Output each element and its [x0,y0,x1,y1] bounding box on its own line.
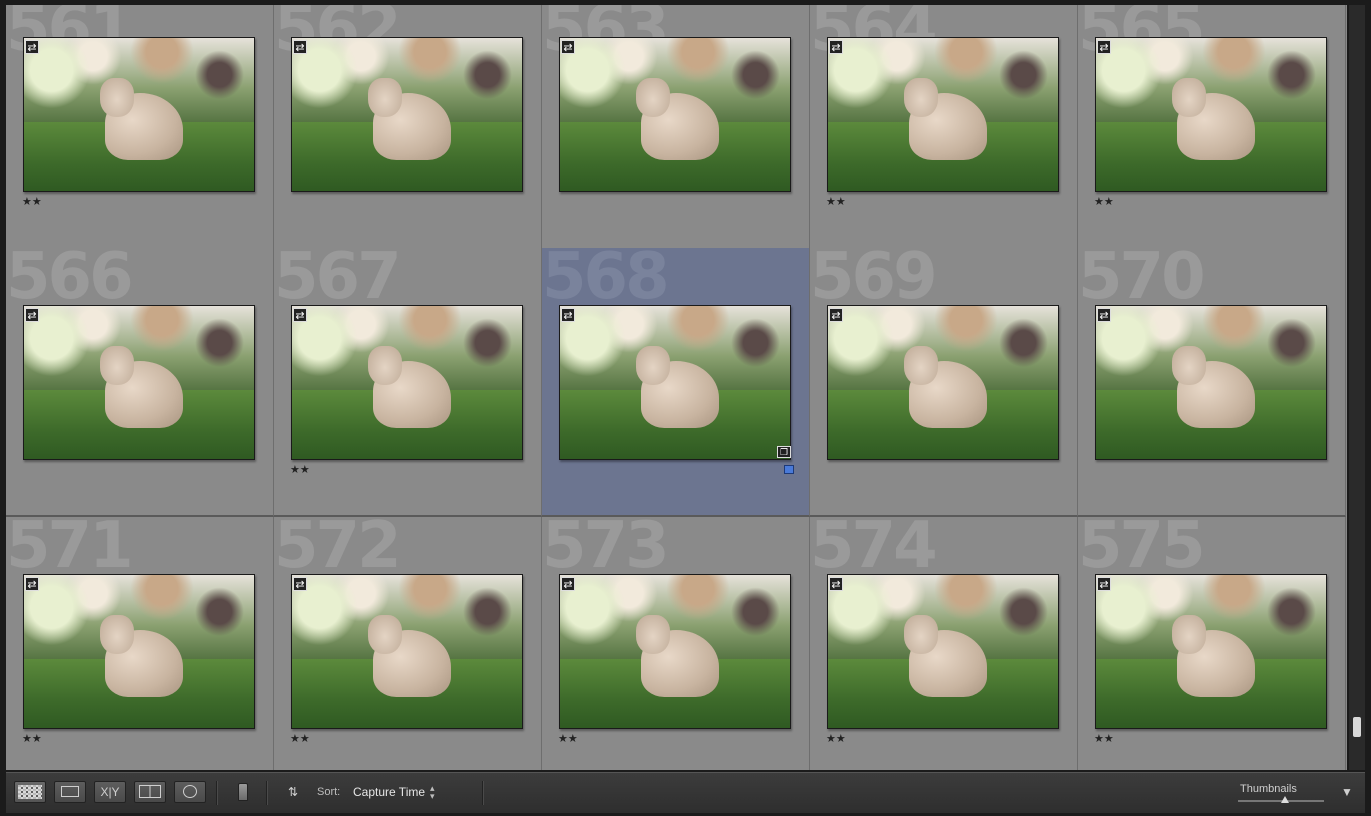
sort-dropdown[interactable]: Capture Time [353,785,425,799]
grid-cell[interactable]: 563 ⇄ [542,5,810,269]
grid-cell[interactable]: 575 ⇄ ★★ [1078,517,1346,770]
sort-direction-icon: ⇅ [287,785,299,799]
cell-index-number: 572 [274,517,402,583]
sync-settings-icon[interactable]: ⇄ [25,577,39,591]
grid-cell[interactable]: 564 ⇄ ★★ [810,5,1078,269]
photo-thumbnail[interactable] [559,37,791,192]
cell-index-number: 568 [542,248,670,314]
toolbar-separator [216,781,218,805]
cell-index-number: 574 [810,517,938,583]
star-rating[interactable]: ★★ [826,195,846,208]
photo-thumbnail[interactable] [23,305,255,460]
photo-thumbnail[interactable] [827,305,1059,460]
sort-direction-button[interactable]: ⇅ [277,781,309,803]
grid-view-button[interactable] [14,781,46,803]
thumbnails-label: Thumbnails [1240,783,1297,795]
star-rating[interactable]: ★★ [290,732,310,745]
cell-index-number: 566 [6,248,134,314]
photo-thumbnail[interactable] [1095,37,1327,192]
loupe-view-icon [61,786,79,797]
cell-index-number: 573 [542,517,670,583]
photo-thumbnail[interactable] [291,305,523,460]
grid-view-icon [18,785,42,799]
sort-dropdown-arrows-icon[interactable]: ▴ ▾ [430,784,435,801]
photo-thumbnail[interactable] [559,305,791,460]
grid-cell[interactable]: 565 ⇄ ★★ [1078,5,1346,269]
sync-settings-icon[interactable]: ⇄ [561,40,575,54]
grid-cell[interactable]: 562 ⇄ [274,5,542,269]
grid-cell[interactable]: 567 ⇄ ★★ [274,248,542,517]
compare-view-button[interactable]: X|Y [94,781,126,803]
star-rating[interactable]: ★★ [826,732,846,745]
cell-index-number: 567 [274,248,402,314]
virtual-copy-icon[interactable]: ❐ [777,446,791,458]
survey-view-icon [139,785,161,798]
sync-settings-icon[interactable]: ⇄ [293,308,307,322]
painter-icon [238,783,248,801]
sync-settings-icon[interactable]: ⇄ [561,577,575,591]
photo-thumbnail[interactable] [23,37,255,192]
toolbar-separator [482,781,484,805]
loupe-view-button[interactable] [54,781,86,803]
toolbar-menu-icon[interactable]: ▼ [1341,785,1353,799]
grid-cell[interactable]: 569 ⇄ [810,248,1078,517]
survey-view-button[interactable] [134,781,166,803]
photo-thumbnail[interactable] [291,574,523,729]
cell-index-number: 575 [1078,517,1206,583]
grid-cell[interactable]: 568 ⇄ ❐ [542,248,810,517]
star-rating[interactable]: ★★ [1094,732,1114,745]
thumbnail-size-knob[interactable] [1281,796,1290,803]
photo-thumbnail[interactable] [827,37,1059,192]
people-view-icon [183,785,197,798]
sync-settings-icon[interactable]: ⇄ [1097,308,1111,322]
grid-cell[interactable]: 572 ⇄ ★★ [274,517,542,770]
sync-settings-icon[interactable]: ⇄ [829,40,843,54]
photo-thumbnail[interactable] [1095,574,1327,729]
sync-settings-icon[interactable]: ⇄ [25,40,39,54]
grid-scrollbar[interactable] [1349,5,1365,770]
library-toolbar: X|Y ⇅ Sort: Capture Time ▴ ▾ Thumbnails ▼ [6,772,1365,813]
grid-cell[interactable]: 561 ⇄ ★★ [6,5,274,269]
thumbnail-grid: 561 ⇄ ★★ 562 ⇄ 563 ⇄ 564 ⇄ ★★ 565 ⇄ ★★ 566 ⇄ 567 ⇄ ★★ 568 ⇄… [6,5,1347,770]
sync-settings-icon[interactable]: ⇄ [829,308,843,322]
star-rating[interactable]: ★★ [290,463,310,476]
photo-thumbnail[interactable] [291,37,523,192]
sort-label: Sort: [317,786,341,798]
sync-settings-icon[interactable]: ⇄ [1097,577,1111,591]
scrollbar-thumb[interactable] [1353,717,1361,737]
thumbnail-size-slider[interactable] [1238,796,1324,803]
sync-settings-icon[interactable]: ⇄ [293,40,307,54]
photo-thumbnail[interactable] [827,574,1059,729]
grid-cell[interactable]: 566 ⇄ [6,248,274,517]
grid-cell[interactable]: 573 ⇄ ★★ [542,517,810,770]
grid-cell[interactable]: 570 ⇄ [1078,248,1346,517]
photo-thumbnail[interactable] [23,574,255,729]
cell-index-number: 570 [1078,248,1206,314]
cell-index-number: 571 [6,517,134,583]
cell-index-number: 569 [810,248,938,314]
sync-settings-icon[interactable]: ⇄ [25,308,39,322]
painter-button[interactable] [234,779,252,805]
star-rating[interactable]: ★★ [1094,195,1114,208]
photo-thumbnail[interactable] [1095,305,1327,460]
people-view-button[interactable] [174,781,206,803]
grid-cell[interactable]: 574 ⇄ ★★ [810,517,1078,770]
photo-thumbnail[interactable] [559,574,791,729]
star-rating[interactable]: ★★ [22,732,42,745]
toolbar-separator [266,781,268,805]
sync-settings-icon[interactable]: ⇄ [293,577,307,591]
grid-cell[interactable]: 571 ⇄ ★★ [6,517,274,770]
sync-settings-icon[interactable]: ⇄ [1097,40,1111,54]
color-label-badge [784,465,794,474]
sync-settings-icon[interactable]: ⇄ [561,308,575,322]
star-rating[interactable]: ★★ [558,732,578,745]
star-rating[interactable]: ★★ [22,195,42,208]
sync-settings-icon[interactable]: ⇄ [829,577,843,591]
